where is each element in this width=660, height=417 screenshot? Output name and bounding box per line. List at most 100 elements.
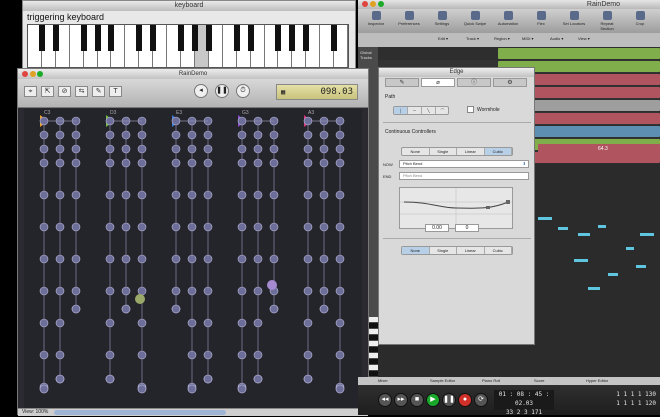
rain-node[interactable] — [105, 318, 115, 328]
path-mode-line[interactable]: ─ — [408, 107, 422, 114]
rain-node[interactable] — [253, 190, 263, 200]
rain-node[interactable] — [137, 144, 147, 154]
rain-node[interactable] — [269, 190, 279, 200]
local-menu-item[interactable]: Track ▾ — [466, 36, 479, 41]
rain-node[interactable] — [171, 190, 181, 200]
rain-node[interactable] — [187, 158, 197, 168]
rain-node[interactable] — [105, 144, 115, 154]
toolbar-button[interactable]: Automation — [496, 11, 520, 26]
rain-node[interactable] — [187, 144, 197, 154]
midi-note[interactable] — [636, 265, 646, 268]
rain-node[interactable] — [105, 374, 115, 384]
mode-single[interactable]: Single — [430, 247, 457, 254]
rain-tool[interactable]: T — [109, 86, 122, 97]
editor-tab[interactable]: Piano Roll — [482, 378, 500, 383]
toolbar-button[interactable]: Repeat Section — [595, 11, 619, 31]
rain-node[interactable] — [105, 254, 115, 264]
controller-dropdown-1[interactable]: Pitch Bend ⬍ — [399, 160, 529, 168]
black-key[interactable] — [108, 25, 115, 51]
rain-node[interactable] — [269, 222, 279, 232]
rain-node[interactable] — [121, 158, 131, 168]
bottom-mode-selector[interactable]: None Single Linear Cubic — [401, 246, 513, 255]
toolbar-button[interactable]: Preferences — [397, 11, 421, 26]
rain-node[interactable] — [253, 130, 263, 140]
rain-node[interactable] — [335, 130, 345, 140]
editor-tab[interactable]: Hyper Editor — [586, 378, 608, 383]
rain-node[interactable] — [71, 286, 81, 296]
curve-amount-field[interactable]: 0 — [455, 224, 479, 232]
rain-node[interactable] — [319, 130, 329, 140]
rain-node[interactable] — [137, 350, 147, 360]
rain-node[interactable] — [39, 116, 49, 126]
rain-node[interactable] — [187, 130, 197, 140]
timer-button[interactable]: ⏱ — [236, 84, 250, 98]
rain-node[interactable] — [203, 190, 213, 200]
black-key[interactable] — [94, 25, 101, 51]
rain-node[interactable] — [187, 222, 197, 232]
rain-node[interactable] — [171, 254, 181, 264]
rain-node[interactable] — [319, 144, 329, 154]
rain-node[interactable] — [137, 222, 147, 232]
rain-node[interactable] — [187, 190, 197, 200]
black-key[interactable] — [191, 25, 198, 51]
rain-node[interactable] — [303, 254, 313, 264]
toolbar-button[interactable]: Flex — [529, 11, 553, 26]
rain-node[interactable] — [171, 304, 181, 314]
path-mode-straight[interactable]: │ — [394, 107, 408, 114]
rain-node[interactable] — [121, 254, 131, 264]
pencil-icon[interactable]: ✎ — [385, 78, 419, 87]
rain-node[interactable] — [335, 350, 345, 360]
rain-node[interactable] — [319, 304, 329, 314]
rain-node[interactable] — [253, 222, 263, 232]
rain-node[interactable] — [137, 190, 147, 200]
mode-none[interactable]: None — [402, 148, 430, 155]
black-key[interactable] — [178, 25, 185, 51]
rain-node[interactable] — [203, 130, 213, 140]
rain-node[interactable] — [121, 190, 131, 200]
toolbar-button[interactable]: Set Locators — [562, 11, 586, 26]
rain-node[interactable] — [121, 130, 131, 140]
rain-node[interactable] — [319, 190, 329, 200]
rain-node[interactable] — [171, 286, 181, 296]
rain-node[interactable] — [237, 190, 247, 200]
rain-node[interactable] — [303, 158, 313, 168]
rain-node[interactable] — [187, 254, 197, 264]
rain-node[interactable] — [187, 350, 197, 360]
midi-note[interactable] — [578, 233, 590, 236]
cc-mode-selector[interactable]: None Single Linear Cubic — [401, 147, 513, 156]
rain-node[interactable] — [335, 222, 345, 232]
rain-node[interactable] — [335, 158, 345, 168]
stop-button[interactable]: ■ — [410, 393, 424, 407]
rain-node[interactable] — [253, 374, 263, 384]
rain-node[interactable] — [121, 222, 131, 232]
rain-node[interactable] — [39, 286, 49, 296]
rain-node[interactable] — [253, 350, 263, 360]
rain-node[interactable] — [203, 144, 213, 154]
rain-node[interactable] — [137, 286, 147, 296]
mode-none[interactable]: None — [402, 247, 430, 254]
rain-node[interactable] — [55, 144, 65, 154]
curve-value-field[interactable]: 0.00 — [425, 224, 449, 232]
rain-node[interactable] — [39, 222, 49, 232]
mode-single[interactable]: Single — [430, 148, 457, 155]
rain-node[interactable] — [39, 144, 49, 154]
path-mode-diagonal[interactable]: ╲ — [422, 107, 436, 114]
forward-button[interactable]: ▸▸ — [394, 393, 408, 407]
rain-node[interactable] — [203, 350, 213, 360]
rain-node[interactable] — [105, 286, 115, 296]
rain-tool[interactable]: ✎ — [92, 86, 105, 97]
rain-node[interactable] — [39, 384, 49, 394]
path-mode-curve[interactable]: ⌒ — [436, 107, 449, 114]
rain-node[interactable] — [335, 144, 345, 154]
rain-node[interactable] — [319, 254, 329, 264]
gear-icon[interactable]: ⚙ — [493, 78, 527, 87]
editor-tab[interactable]: Sample Editor — [430, 378, 455, 383]
cycle-button[interactable]: ⟳ — [474, 393, 488, 407]
black-key[interactable] — [52, 25, 59, 51]
midi-note[interactable] — [558, 227, 568, 230]
rain-node[interactable] — [269, 130, 279, 140]
rain-node[interactable] — [171, 130, 181, 140]
black-key[interactable] — [136, 25, 143, 51]
rain-node[interactable] — [303, 286, 313, 296]
mode-linear[interactable]: Linear — [457, 247, 485, 254]
